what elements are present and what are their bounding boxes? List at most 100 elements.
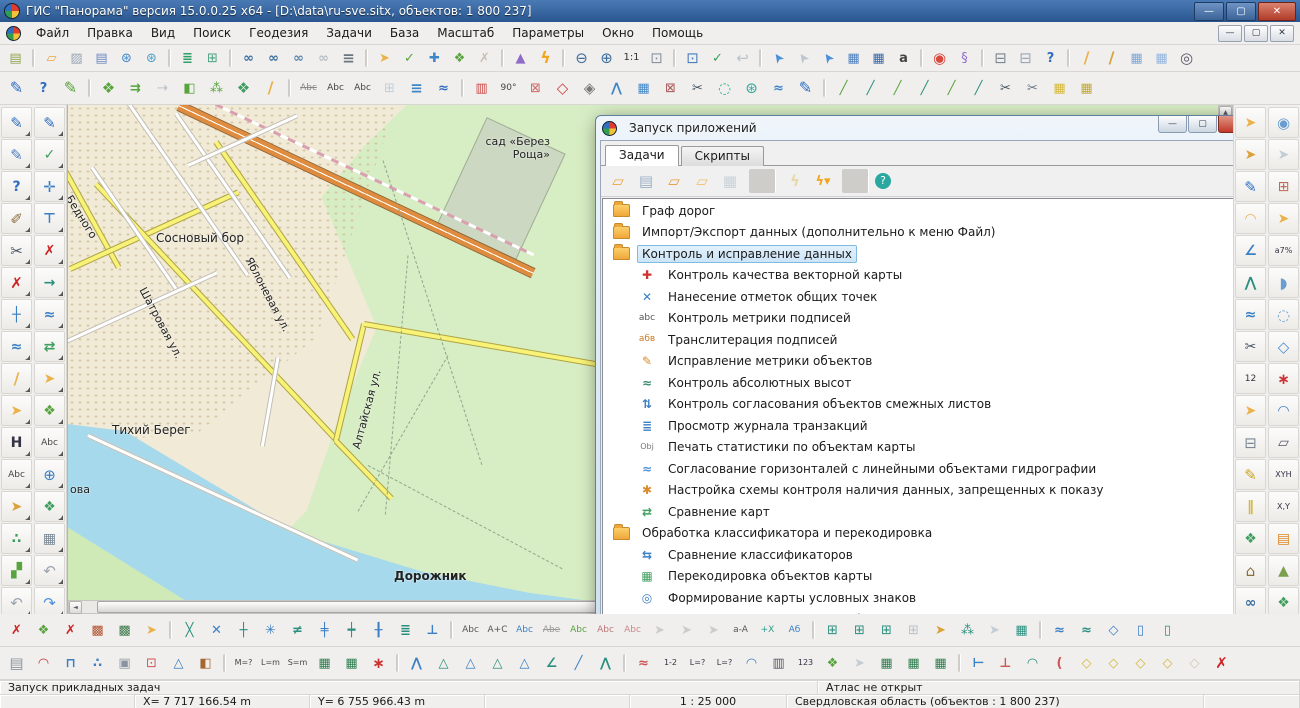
tree-task[interactable]: ✎ Исправление метрики объектов: [604, 351, 1233, 373]
smooth-curve-icon[interactable]: ≈: [34, 299, 65, 330]
diamond-outline-icon[interactable]: ◇: [549, 75, 576, 101]
flash-m-icon[interactable]: ➤: [846, 650, 873, 676]
squares-grid-icon[interactable]: ▦: [1008, 617, 1035, 643]
move-tool-icon[interactable]: ✛: [34, 171, 65, 202]
toolbar-button[interactable]: [88, 79, 91, 97]
highlight-abc-icon[interactable]: ➤: [1235, 395, 1266, 426]
polygon-12-icon[interactable]: 1-2: [657, 650, 684, 676]
search-dialog-icon[interactable]: ∞: [286, 47, 311, 69]
junction-icon[interactable]: ⊤: [34, 203, 65, 234]
search-repeat-icon[interactable]: ∞: [311, 47, 336, 69]
menu-item[interactable]: Задачи: [317, 24, 381, 42]
mesh-globe-icon[interactable]: ⊛: [738, 75, 765, 101]
fit-extent-icon[interactable]: ⊡: [644, 47, 669, 69]
edit-point-icon[interactable]: ✎: [34, 107, 65, 138]
open-dbm-icon[interactable]: ▤: [89, 47, 114, 69]
split-line-icon[interactable]: ┼: [1, 299, 32, 330]
toolbar-button[interactable]: [450, 621, 453, 639]
edit-list-icon[interactable]: ≡: [403, 75, 430, 101]
percent-calc-icon[interactable]: a7%: [1268, 235, 1299, 266]
bracket-points-icon[interactable]: ⊓: [57, 650, 84, 676]
map-view[interactable]: сад «БерезРоща»Сосновый борЯблоневая ул.…: [67, 105, 1233, 614]
delete-folder-icon[interactable]: ▱: [661, 169, 687, 193]
graph-nodes-icon[interactable]: ∗: [1268, 363, 1299, 394]
dialog-titlebar[interactable]: Запуск приложений —▢✕: [600, 116, 1233, 140]
flashlight-off-icon[interactable]: ➤: [1268, 139, 1299, 170]
frame-scale-icon[interactable]: ⊠: [522, 75, 549, 101]
toolbar-button[interactable]: [168, 49, 171, 67]
squares-flash-2-icon[interactable]: ➤: [981, 617, 1008, 643]
new-folder-icon[interactable]: ▱: [605, 169, 631, 193]
tree-task[interactable]: abc Контроль метрики подписей: [604, 308, 1233, 330]
text-dashed-2-icon[interactable]: Abc: [619, 617, 646, 643]
topology-star-icon[interactable]: ✳: [257, 617, 284, 643]
toolbar-button[interactable]: [223, 654, 226, 672]
squares-3-icon[interactable]: ⊞: [873, 617, 900, 643]
text-wave-icon[interactable]: Abc: [349, 75, 376, 101]
traverse-icon[interactable]: ≈: [630, 650, 657, 676]
squares-flash-icon[interactable]: ➤: [927, 617, 954, 643]
green-pair-icon[interactable]: ❖: [819, 650, 846, 676]
tree-folder-control[interactable]: Контроль и исправление данных: [604, 243, 1233, 265]
3d-layers-icon[interactable]: ❖: [1235, 523, 1266, 554]
zigzag-icon[interactable]: △: [165, 650, 192, 676]
dialog-minimize-button[interactable]: —: [1158, 116, 1187, 133]
grid-m-icon[interactable]: ▦: [1149, 47, 1174, 69]
menu-item[interactable]: База: [381, 24, 428, 42]
menu-item[interactable]: Поиск: [184, 24, 240, 42]
measure-m-icon[interactable]: M=?: [230, 650, 257, 676]
ellipse-icon[interactable]: ◌: [711, 75, 738, 101]
text-2-icon[interactable]: Abc: [34, 427, 65, 458]
dialog-toolbar-button[interactable]: [842, 169, 869, 193]
cross-red-icon[interactable]: ✗: [1208, 650, 1235, 676]
highlight-points-icon[interactable]: ➤: [1235, 107, 1266, 138]
scale-1-1-icon[interactable]: 1:1: [619, 47, 644, 69]
move-object-icon[interactable]: ❖: [95, 75, 122, 101]
cut-line-4-icon[interactable]: ╱: [911, 75, 938, 101]
pages-icon[interactable]: ▤: [3, 650, 30, 676]
create-rake-icon[interactable]: ✎: [1, 139, 32, 170]
concentric-rings-icon[interactable]: ◎: [1174, 47, 1199, 69]
arc-a-icon[interactable]: ◠: [1019, 650, 1046, 676]
stretch-object-icon[interactable]: ∕: [257, 75, 284, 101]
menu-item[interactable]: Вид: [142, 24, 184, 42]
squares-2-icon[interactable]: ⊞: [846, 617, 873, 643]
toolbar-button[interactable]: [501, 49, 504, 67]
mdi-minimize-button[interactable]: —: [1218, 25, 1242, 42]
h-level-icon[interactable]: H: [1, 427, 32, 458]
diamond-2-icon[interactable]: ◇: [1100, 650, 1127, 676]
tab-scripts[interactable]: Скрипты: [681, 146, 764, 166]
tree-task[interactable]: ◎ Формирование карты условных знаков: [604, 587, 1233, 609]
table-plus-icon[interactable]: ▦: [927, 650, 954, 676]
draw-spline-icon[interactable]: ✎: [792, 75, 819, 101]
toolbar-button[interactable]: [229, 49, 232, 67]
text-font-icon[interactable]: Аб: [781, 617, 808, 643]
3d-view-icon[interactable]: ▲: [508, 47, 533, 69]
wave-1-icon[interactable]: ≈: [1046, 617, 1073, 643]
select-table-2-icon[interactable]: ▦: [866, 47, 891, 69]
text-abc-icon[interactable]: Abc: [457, 617, 484, 643]
select-add-icon[interactable]: ✚: [422, 47, 447, 69]
highlight-tool-icon[interactable]: ➤: [1, 491, 32, 522]
palette-pencil-icon[interactable]: ✎: [1235, 459, 1266, 490]
points-123-icon[interactable]: 123: [792, 650, 819, 676]
text-flash-2-icon[interactable]: ➤: [673, 617, 700, 643]
highlight-delete-icon[interactable]: ➤: [138, 617, 165, 643]
menu-item[interactable]: Масштаб: [428, 24, 503, 42]
objects-table-icon[interactable]: ❖: [34, 491, 65, 522]
multi-copy-icon[interactable]: ⁂: [203, 75, 230, 101]
excel-export-icon[interactable]: ▦: [311, 650, 338, 676]
tab-tasks[interactable]: Задачи: [605, 145, 679, 166]
status-scale[interactable]: 1 : 25 000: [630, 695, 787, 708]
text-object-icon[interactable]: Abc: [565, 617, 592, 643]
geodesy-tri-4-icon[interactable]: △: [511, 650, 538, 676]
measure-s-icon[interactable]: S=m: [284, 650, 311, 676]
grid-yellow-2-icon[interactable]: ▦: [1073, 75, 1100, 101]
highlight-doc-icon[interactable]: ➤: [1235, 139, 1266, 170]
tree-points-icon[interactable]: ∴: [84, 650, 111, 676]
toolbar-button[interactable]: [823, 79, 826, 97]
cut-line-5-icon[interactable]: ╱: [938, 75, 965, 101]
cut-object-icon[interactable]: ✂: [684, 75, 711, 101]
swap-objects-icon[interactable]: ⇄: [34, 331, 65, 362]
zoom-in-icon[interactable]: ⊕: [594, 47, 619, 69]
